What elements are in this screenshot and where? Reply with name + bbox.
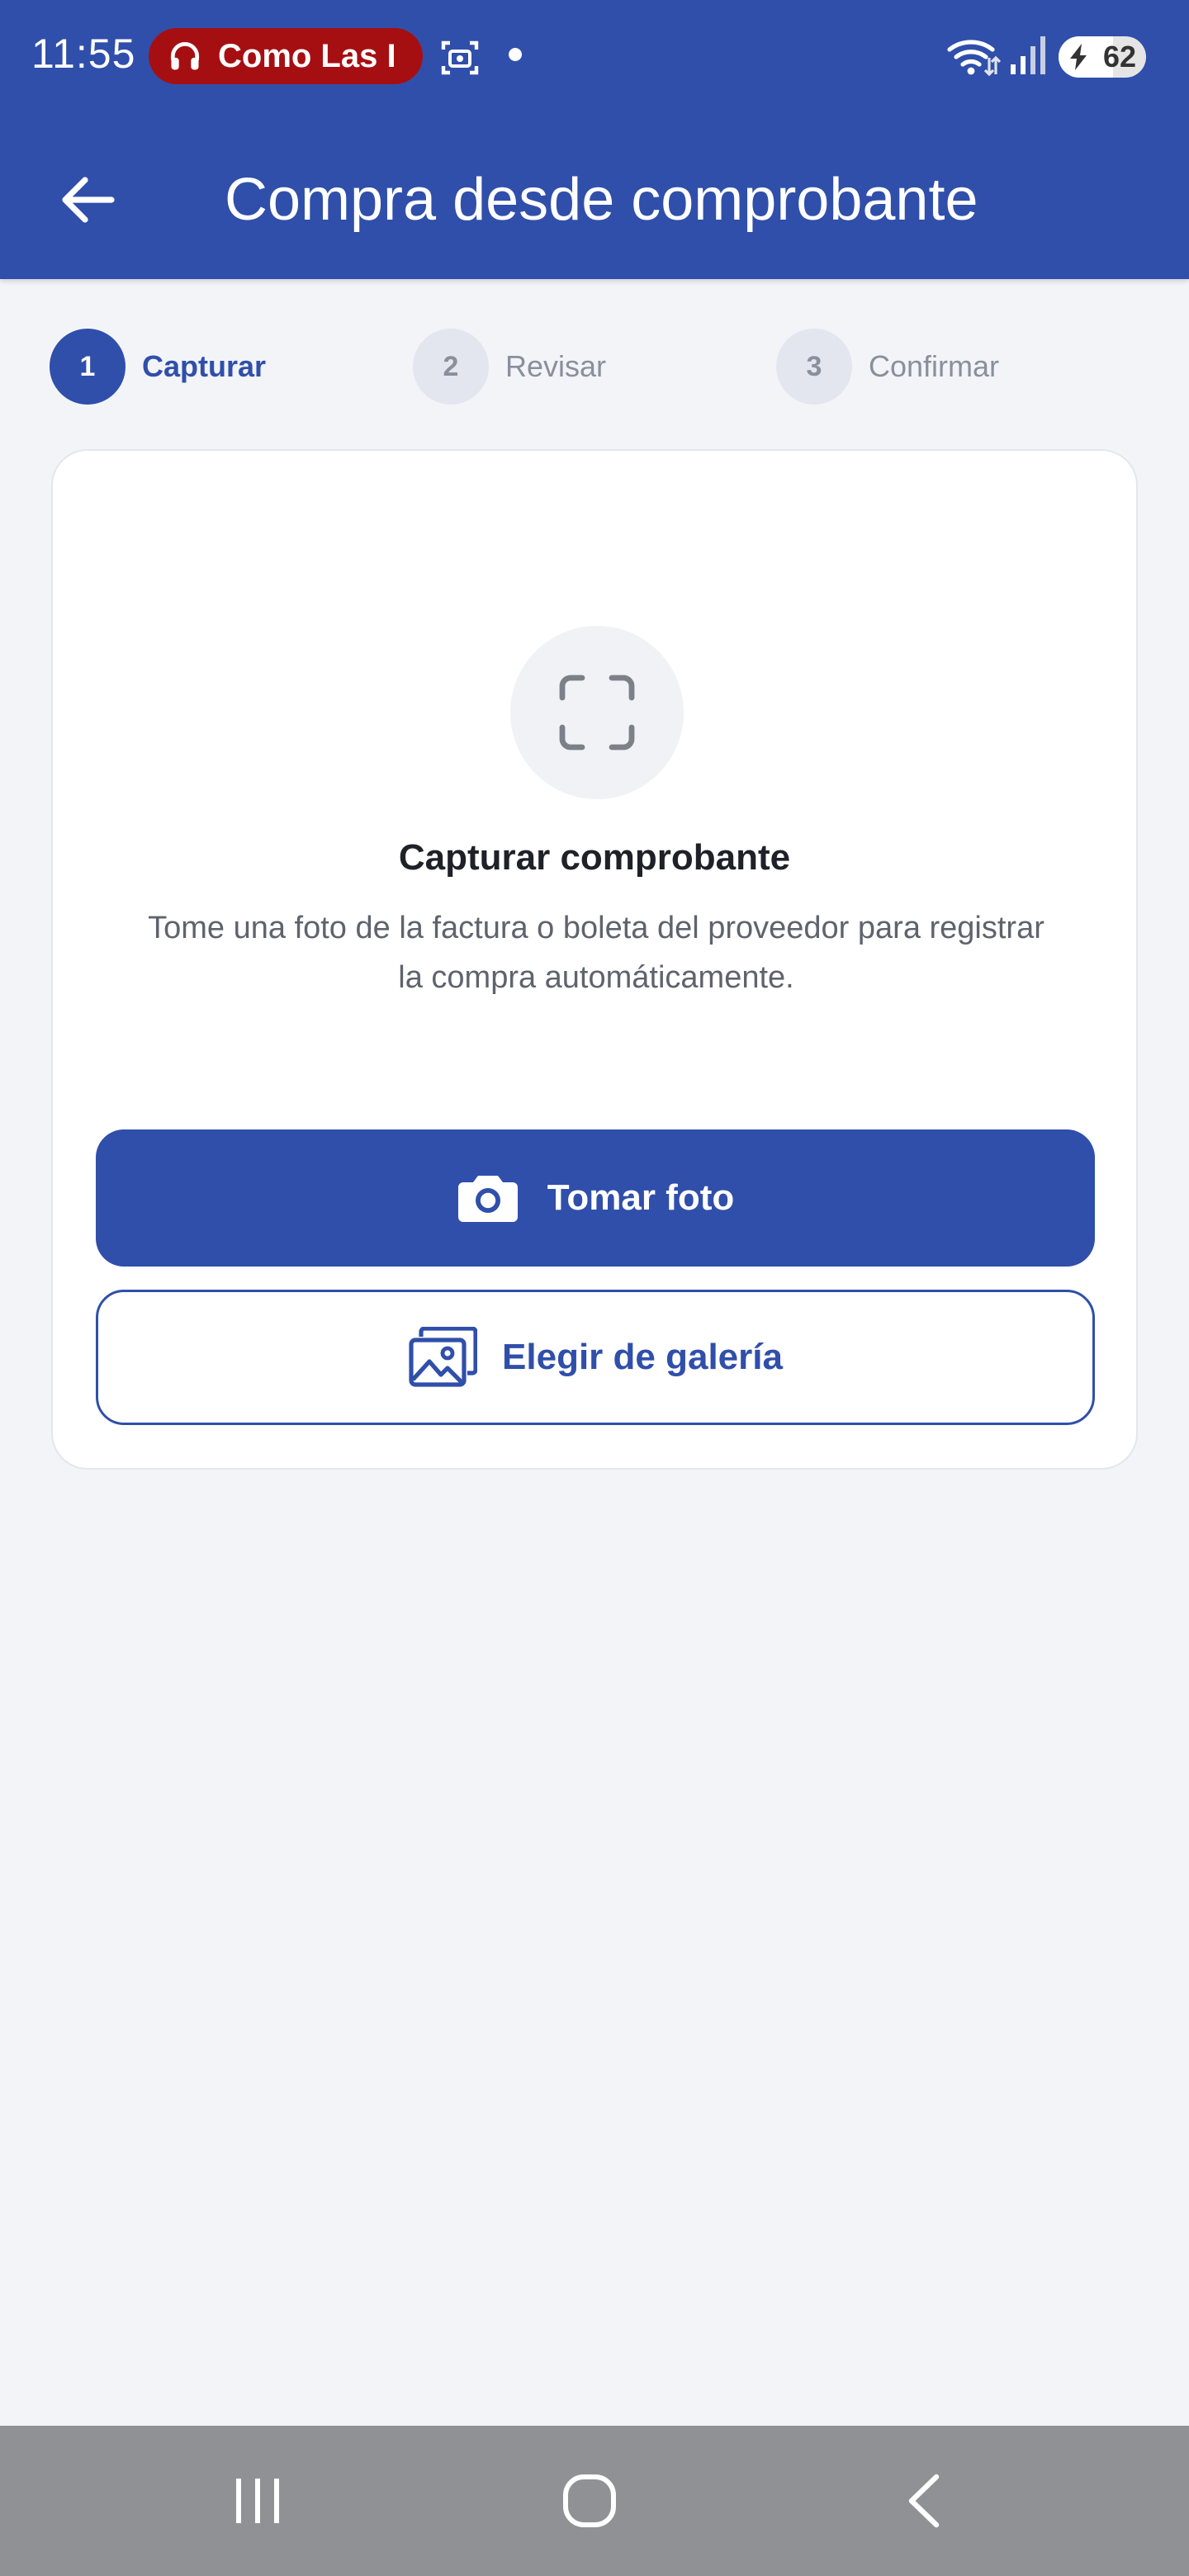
- card-description: Tome una foto de la factura o boleta del…: [148, 911, 1045, 995]
- wifi-icon: [947, 40, 1001, 77]
- recent-apps-button[interactable]: [175, 2426, 340, 2576]
- scan-frame-icon: [559, 675, 635, 751]
- back-icon: [908, 2474, 940, 2528]
- take-photo-button[interactable]: Tomar foto: [96, 1129, 1095, 1267]
- nav-back-button[interactable]: [841, 2426, 1006, 2576]
- arrow-left-icon: [62, 177, 115, 223]
- step-confirmar[interactable]: 3 Confirmar: [776, 329, 999, 405]
- step-revisar[interactable]: 2 Revisar: [413, 329, 606, 405]
- step-label: Confirmar: [869, 349, 1000, 383]
- media-title: Como Las I: [218, 37, 396, 74]
- scan-icon-container: [510, 626, 684, 799]
- step-label: Capturar: [142, 349, 267, 383]
- battery-indicator: 62: [1059, 36, 1146, 78]
- headphones-icon: [170, 42, 200, 70]
- notification-dot-icon: [509, 48, 522, 61]
- battery-charging-icon: [1070, 44, 1087, 70]
- step-capturar[interactable]: 1 Capturar: [50, 329, 266, 405]
- card-title: Capturar comprobante: [398, 837, 791, 878]
- home-button[interactable]: [507, 2426, 672, 2576]
- back-button[interactable]: [46, 159, 129, 241]
- home-icon: [563, 2474, 616, 2527]
- status-bar: 11:55 Como Las I 62: [0, 0, 1189, 112]
- battery-percent: 62: [1102, 40, 1136, 73]
- gallery-icon: [409, 1327, 478, 1387]
- step-number: 2: [413, 329, 489, 405]
- status-time: 11:55: [31, 31, 136, 77]
- header: 11:55 Como Las I 62 Compra desde comprob…: [0, 0, 1189, 279]
- cell-signal-icon: [1011, 36, 1045, 74]
- screenshot-icon: [441, 40, 479, 75]
- page-title: Compra desde comprobante: [225, 167, 978, 233]
- choose-gallery-label: Elegir de galería: [502, 1337, 783, 1377]
- choose-gallery-button[interactable]: Elegir de galería: [96, 1290, 1095, 1425]
- capture-card: Capturar comprobante Tome una foto de la…: [51, 449, 1138, 1470]
- stepper: 1 Capturar 2 Revisar 3 Confirmar: [50, 329, 1139, 405]
- step-label: Revisar: [505, 349, 607, 383]
- media-playback-chip[interactable]: Como Las I: [149, 28, 423, 84]
- camera-icon: [457, 1176, 518, 1222]
- system-nav-bar: [0, 2426, 1189, 2576]
- recent-apps-icon: [236, 2479, 279, 2523]
- take-photo-label: Tomar foto: [547, 1177, 735, 1218]
- step-number: 3: [776, 329, 852, 405]
- step-number: 1: [50, 329, 126, 405]
- app-bar: Compra desde comprobante: [0, 112, 1189, 279]
